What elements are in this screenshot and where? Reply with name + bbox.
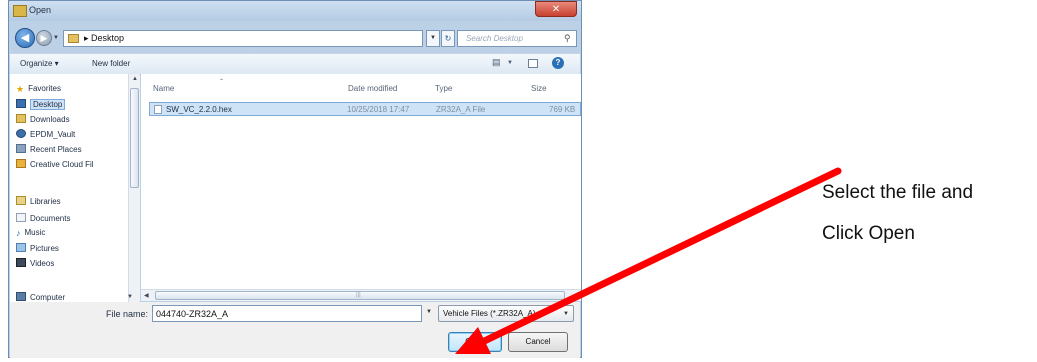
annotation-arrow bbox=[455, 167, 842, 354]
arrow-shaft bbox=[470, 167, 842, 350]
